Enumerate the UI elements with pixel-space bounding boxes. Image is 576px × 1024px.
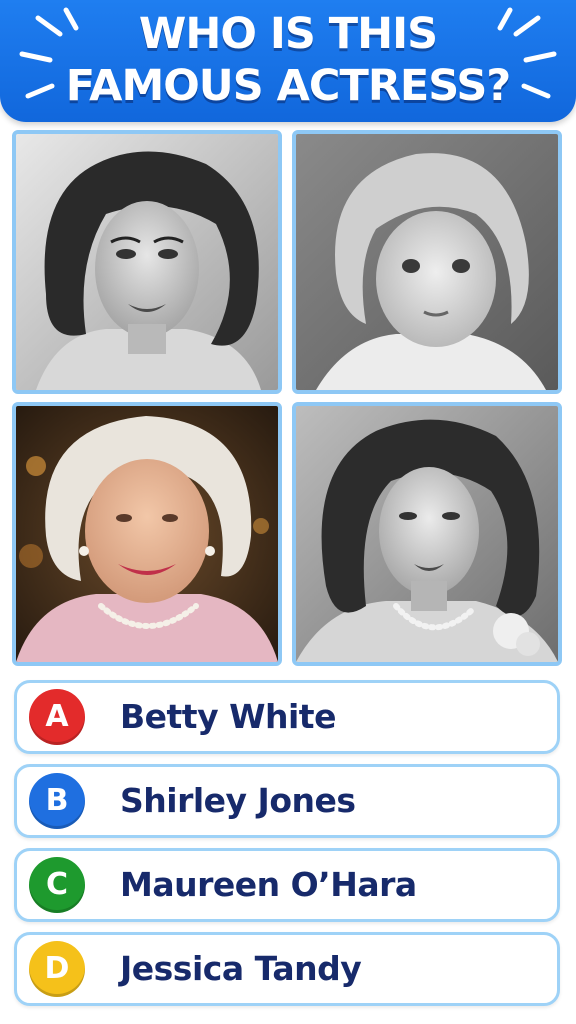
portrait-elderly-woman-icon [16, 406, 278, 662]
photo-grid [12, 130, 564, 668]
photo-elderly-woman [12, 402, 282, 666]
option-a-button[interactable]: A Betty White [14, 680, 560, 754]
option-a-label: Betty White [120, 697, 336, 736]
option-b-badge: B [29, 773, 85, 829]
title-line-2: FAMOUS ACTRESS? [65, 61, 512, 111]
option-a-badge: A [29, 689, 85, 745]
option-c-badge: C [29, 857, 85, 913]
photo-child [292, 130, 562, 394]
option-c-button[interactable]: C Maureen O’Hara [14, 848, 560, 922]
option-b-button[interactable]: B Shirley Jones [14, 764, 560, 838]
option-d-button[interactable]: D Jessica Tandy [14, 932, 560, 1006]
quiz-title: WHO IS THIS FAMOUS ACTRESS? [0, 8, 576, 112]
option-c-label: Maureen O’Hara [120, 865, 417, 904]
option-d-label: Jessica Tandy [120, 949, 362, 988]
photo-young-woman [12, 130, 282, 394]
quiz-header: WHO IS THIS FAMOUS ACTRESS? [0, 0, 576, 122]
portrait-woman-pearls-icon [296, 406, 558, 662]
title-line-1: WHO IS THIS [138, 9, 438, 59]
option-b-label: Shirley Jones [120, 781, 356, 820]
option-d-badge: D [29, 941, 85, 997]
portrait-young-woman-icon [16, 134, 278, 390]
portrait-child-icon [296, 134, 558, 390]
photo-woman-pearls [292, 402, 562, 666]
